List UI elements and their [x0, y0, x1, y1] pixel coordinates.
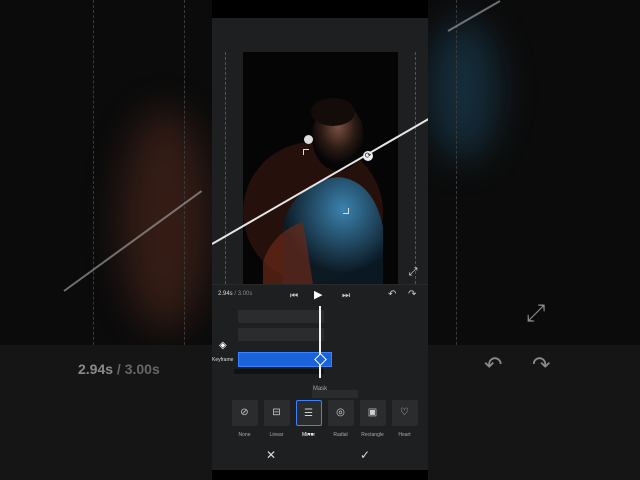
mask-panel-title: Mask — [312, 386, 328, 392]
keyframe-icon[interactable]: ◈ — [219, 340, 227, 351]
screen: 2.94s / 3.00s ⤢ ↶ ↷ ⟳ ⤢ 2.94s / 3.00s ⏮ … — [0, 0, 640, 480]
mask-option-mirror[interactable]: ☰ Mirror — [294, 400, 323, 438]
current-time: 2.94s — [218, 291, 233, 297]
selected-indicator — [307, 422, 314, 435]
mask-option-linear[interactable]: ⊟ Linear — [262, 400, 291, 438]
blurred-background-right: ⤢ ↶ ↷ — [428, 0, 640, 480]
undo-icon: ↶ — [484, 352, 503, 377]
none-icon: ⊘ — [240, 407, 249, 418]
play-button[interactable]: ▶ — [314, 288, 322, 302]
guide-line — [93, 0, 94, 370]
rectangle-icon: ▣ — [367, 407, 378, 418]
bottom-action-bar: ✕ ✓ — [212, 444, 428, 470]
playback-controls: 2.94s / 3.00s ⏮ ▶ ⏭ ↶ ↷ — [212, 284, 428, 306]
skip-forward-button[interactable]: ⏭ — [342, 288, 350, 302]
time-readout: 2.94s / 3.00s — [218, 291, 253, 297]
heart-icon: ♡ — [400, 407, 409, 418]
video-preview: ⟳ ⤢ — [212, 18, 428, 284]
mask-corner — [343, 208, 349, 214]
keyframe-label: Keyframe — [212, 357, 234, 363]
mask-option-heart[interactable]: ♡ Heart — [390, 400, 419, 438]
timeline-track — [234, 369, 324, 374]
mask-rotate-handle[interactable]: ⟳ — [363, 151, 373, 161]
redo-button[interactable]: ↷ — [408, 288, 416, 302]
background-glow — [120, 110, 210, 330]
skip-back-button[interactable]: ⏮ — [290, 288, 298, 302]
mask-options: ⊘ None ⊟ Linear ☰ Mirror ◎ Radial ▣ Rect… — [230, 400, 428, 444]
editor-panel: ⟳ ⤢ 2.94s / 3.00s ⏮ ▶ ⏭ ↶ ↷ ◈ Keyframe M… — [212, 18, 428, 470]
total-time: 3.00s — [237, 291, 253, 297]
blurred-background-left: 2.94s / 3.00s — [0, 0, 212, 480]
guide-line — [184, 0, 185, 370]
mask-corner — [303, 149, 309, 155]
cancel-button[interactable]: ✕ — [266, 448, 276, 462]
playhead[interactable] — [319, 306, 321, 378]
undo-button[interactable]: ↶ — [388, 288, 396, 302]
mask-option-none[interactable]: ⊘ None — [230, 400, 259, 438]
fullscreen-button[interactable]: ⤢ — [406, 265, 420, 279]
mask-feather-handle[interactable] — [304, 135, 313, 144]
mask-option-rectangle[interactable]: ▣ Rectangle — [358, 400, 387, 438]
redo-icon: ↷ — [532, 352, 551, 377]
guide-line — [456, 0, 457, 370]
confirm-button[interactable]: ✓ — [360, 448, 370, 462]
radial-icon: ◎ — [336, 407, 345, 418]
background-glow — [428, 20, 498, 160]
guide-line — [415, 52, 416, 284]
expand-icon: ⤢ — [526, 300, 546, 327]
mask-option-radial[interactable]: ◎ Radial — [326, 400, 355, 438]
timeline-track — [238, 310, 324, 323]
time-readout-blurred: 2.94s / 3.00s — [78, 361, 160, 377]
guide-line — [225, 52, 226, 284]
video-frame[interactable] — [243, 52, 398, 284]
video-subject-image — [243, 52, 398, 284]
timeline-track — [238, 328, 324, 341]
linear-icon: ⊟ — [272, 407, 281, 418]
